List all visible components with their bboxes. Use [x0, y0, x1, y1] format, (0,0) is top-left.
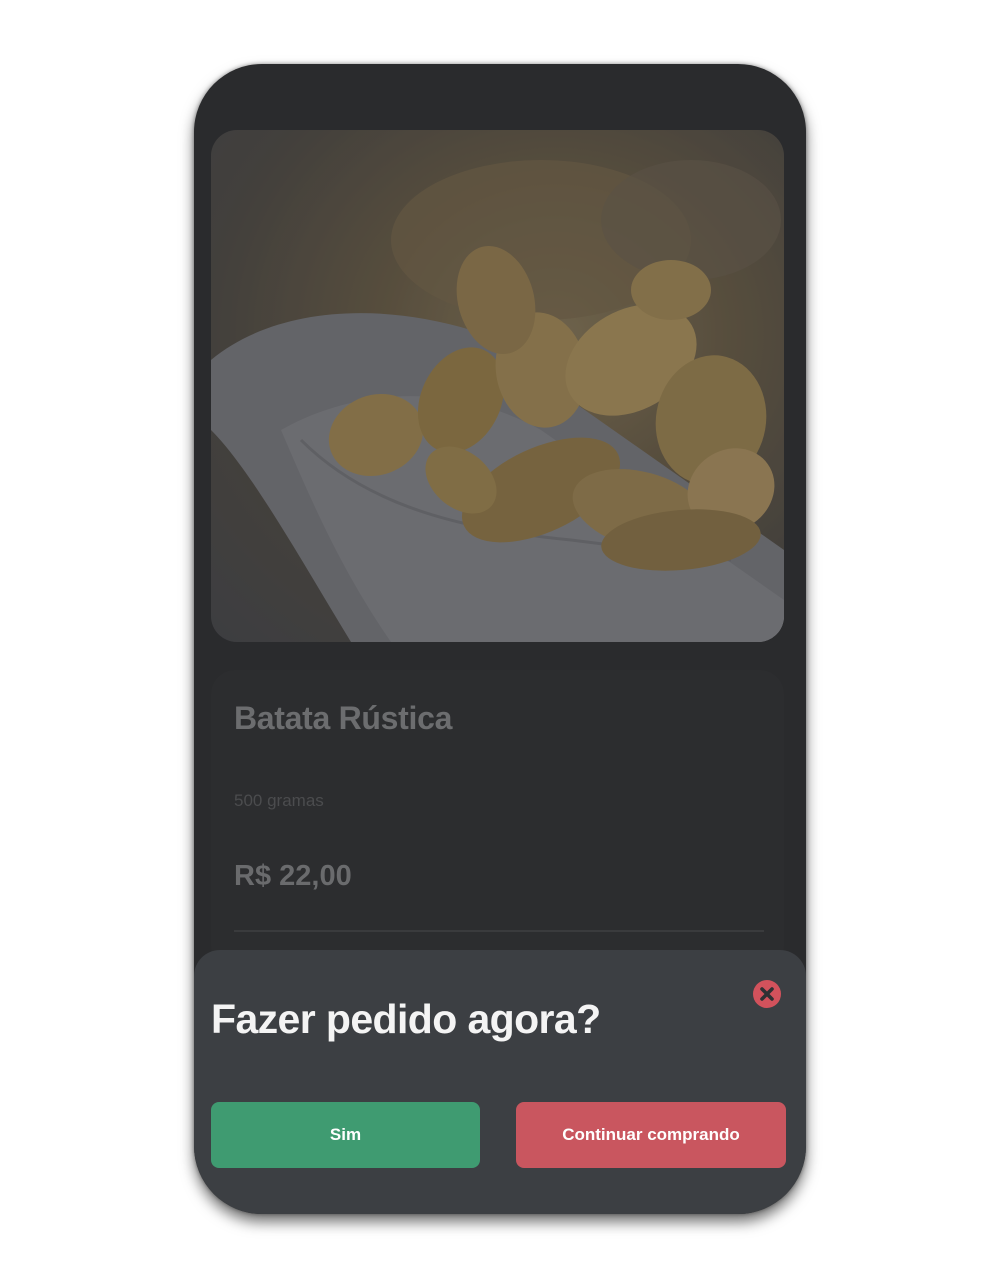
continue-shopping-button[interactable]: Continuar comprando: [516, 1102, 786, 1168]
product-weight: 500 gramas: [234, 791, 324, 810]
product-price: R$ 22,00: [234, 860, 352, 892]
product-image: [211, 130, 784, 642]
modal-title: Fazer pedido agora?: [211, 996, 601, 1042]
close-button[interactable]: [753, 980, 781, 1008]
close-icon: [760, 987, 774, 1001]
divider: [234, 930, 764, 932]
yes-button[interactable]: Sim: [211, 1102, 480, 1168]
order-confirm-modal: Fazer pedido agora? Sim Continuar compra…: [194, 950, 806, 1214]
phone-screen: Batata Rústica 500 gramas R$ 22,00 Fazer…: [194, 64, 806, 1214]
image-overlay: [211, 130, 784, 642]
product-info-card: Batata Rústica 500 gramas R$ 22,00: [211, 670, 784, 970]
product-name: Batata Rústica: [234, 700, 453, 736]
